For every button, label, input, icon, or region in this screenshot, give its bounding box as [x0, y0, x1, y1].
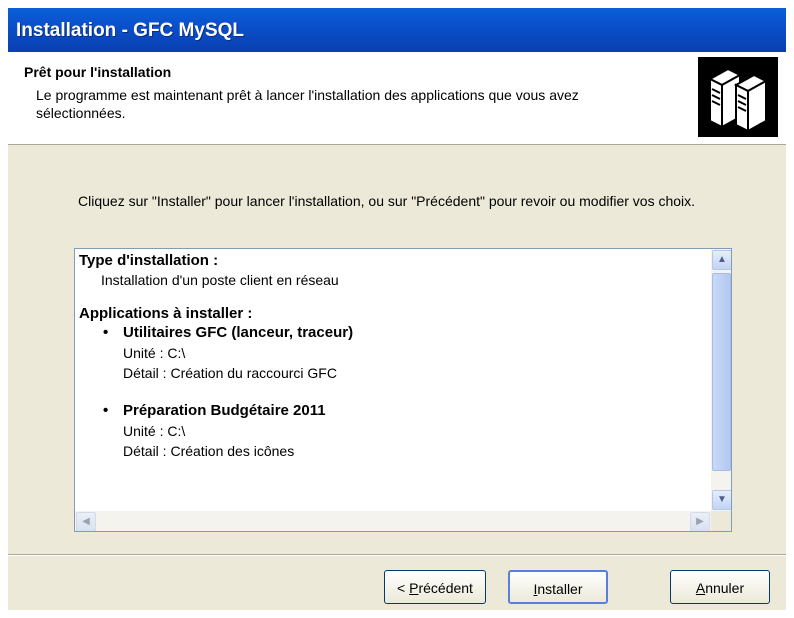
title-bar[interactable]: Installation - GFC MySQL — [8, 8, 786, 52]
cancel-button[interactable]: Annuler — [670, 570, 770, 604]
app-detail: Détail : Création des icônes — [123, 443, 295, 459]
vertical-scrollbar[interactable]: ▲ ▼ — [711, 249, 731, 511]
vertical-scroll-thumb[interactable] — [712, 273, 731, 471]
app-unit: Unité : C:\ — [123, 423, 186, 439]
app-name: Utilitaires GFC (lanceur, traceur) — [123, 324, 354, 341]
header-panel: Prêt pour l'installation Le programme es… — [8, 52, 786, 145]
scroll-up-icon[interactable]: ▲ — [712, 250, 731, 270]
install-type-heading: Type d'installation : — [79, 252, 219, 269]
install-button[interactable]: Installer — [508, 570, 608, 604]
summary-box[interactable]: Type d'installation : Installation d'un … — [74, 248, 732, 532]
install-label: nstaller — [537, 581, 583, 597]
cancel-accelerator: A — [695, 580, 706, 596]
page-title: Prêt pour l'installation — [24, 64, 172, 80]
window-title: Installation - GFC MySQL — [16, 20, 245, 41]
app-detail: Détail : Création du raccourci GFC — [123, 365, 337, 381]
app-item: • Préparation Budgétaire 2011 — [79, 401, 699, 421]
page-subtitle: Le programme est maintenant prêt à lance… — [36, 87, 579, 121]
intro-text: Cliquez sur "Installer" pour lancer l'in… — [78, 193, 696, 209]
install-type-value: Installation d'un poste client en réseau — [101, 272, 339, 288]
app-unit: Unité : C:\ — [123, 345, 186, 361]
scrollbar-corner — [711, 511, 731, 531]
back-button[interactable]: < Précédent — [384, 570, 486, 604]
bullet-icon: • — [103, 324, 109, 341]
app-name: Préparation Budgétaire 2011 — [123, 402, 326, 419]
apps-heading: Applications à installer : — [79, 305, 253, 322]
installer-window: Installation - GFC MySQL Prêt pour l'ins… — [8, 8, 786, 610]
scroll-left-icon[interactable]: ◀ — [76, 512, 96, 531]
scroll-right-icon[interactable]: ▶ — [690, 512, 710, 531]
back-label: récédent — [418, 580, 473, 596]
cancel-label: nnuler — [705, 580, 745, 596]
bullet-icon: • — [103, 402, 109, 419]
app-item: • Utilitaires GFC (lanceur, traceur) — [79, 323, 699, 343]
summary-content: Type d'installation : Installation d'un … — [79, 251, 699, 461]
server-icon — [698, 57, 778, 137]
scroll-down-icon[interactable]: ▼ — [712, 490, 731, 510]
back-prefix: < — [397, 580, 410, 596]
footer-separator — [8, 554, 786, 556]
horizontal-scrollbar[interactable]: ◀ ▶ — [75, 511, 711, 531]
